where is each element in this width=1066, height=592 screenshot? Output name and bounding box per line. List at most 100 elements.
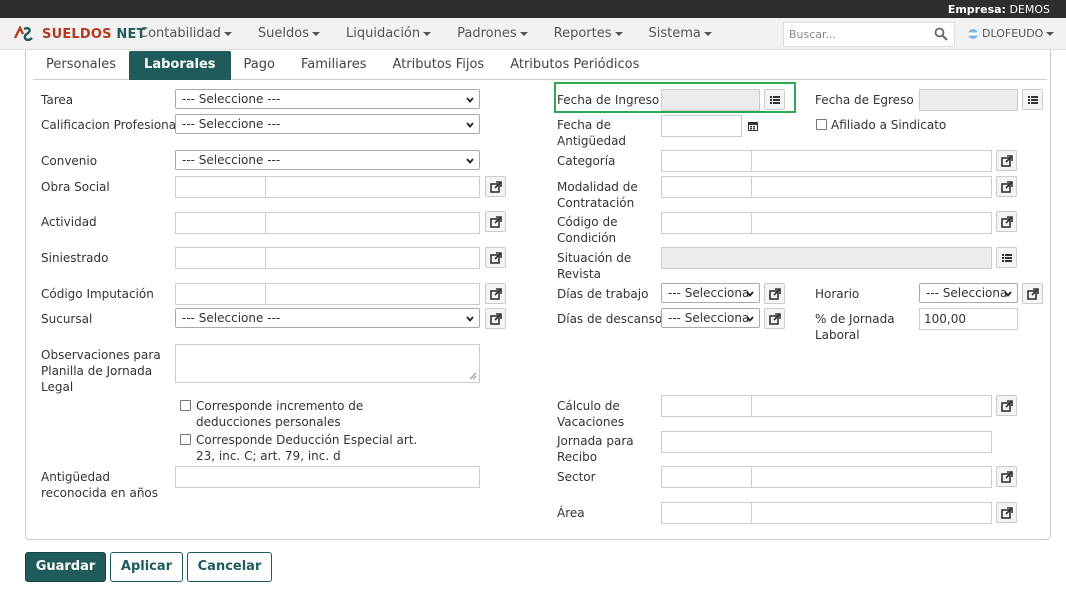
categoria-open-button[interactable] xyxy=(996,150,1017,171)
label-codigo-imputacion: Código Imputación xyxy=(41,287,154,301)
external-link-icon xyxy=(490,181,502,193)
chevron-down-icon xyxy=(223,31,232,36)
sucursal-open-button[interactable] xyxy=(485,308,506,329)
siniestrado-code-input[interactable] xyxy=(175,247,266,269)
chevron-down-icon xyxy=(312,31,320,36)
search-input[interactable] xyxy=(784,23,924,46)
sector-open-button[interactable] xyxy=(996,466,1017,487)
modalidad-code-input[interactable] xyxy=(661,176,752,198)
search-icon[interactable] xyxy=(934,27,948,41)
actividad-code-input[interactable] xyxy=(175,212,266,234)
menu-sistema[interactable]: Sistema xyxy=(636,18,725,50)
afiliado-sindicato-checkbox[interactable] xyxy=(816,119,827,130)
tab-familiares[interactable]: Familiares xyxy=(288,50,380,79)
calculo-vacaciones-code-input[interactable] xyxy=(661,395,752,417)
tab-atributos-periodicos[interactable]: Atributos Periódicos xyxy=(497,50,652,79)
label-convenio: Convenio xyxy=(41,154,98,168)
area-open-button[interactable] xyxy=(996,502,1017,523)
chevron-down-icon xyxy=(519,31,528,36)
dias-descanso-open-button[interactable] xyxy=(764,308,785,329)
codigo-imputacion-desc-input[interactable] xyxy=(265,283,480,305)
area-code-input[interactable] xyxy=(661,502,752,524)
situacion-revista-input[interactable] xyxy=(661,247,992,269)
label-sector: Sector xyxy=(557,470,596,484)
resize-grip-icon[interactable] xyxy=(469,372,477,380)
select-tarea[interactable]: --- Seleccione --- xyxy=(175,89,480,109)
user-menu[interactable]: DLOFEUDO xyxy=(968,18,1055,50)
actividad-open-button[interactable] xyxy=(485,211,506,232)
select-calificacion[interactable]: --- Seleccione --- xyxy=(175,114,480,134)
tab-personales[interactable]: Personales xyxy=(33,50,129,79)
list-icon xyxy=(1027,94,1039,106)
codigo-condicion-desc-input[interactable] xyxy=(751,212,992,234)
label-fecha-ingreso: Fecha de Ingreso xyxy=(557,93,660,107)
external-link-icon xyxy=(490,252,502,264)
antiguedad-reconocida-input[interactable] xyxy=(175,466,480,488)
label-sucursal: Sucursal xyxy=(41,312,93,326)
obra-social-open-button[interactable] xyxy=(485,176,506,197)
menu-liquidacion[interactable]: Liquidación xyxy=(333,18,444,50)
label-situacion-revista: Situación de Revista xyxy=(557,251,632,281)
modalidad-desc-input[interactable] xyxy=(751,176,992,198)
calculo-vacaciones-desc-input[interactable] xyxy=(751,395,992,417)
siniestrado-open-button[interactable] xyxy=(485,247,506,268)
menu-sueldos[interactable]: Sueldos xyxy=(245,18,333,50)
codigo-condicion-open-button[interactable] xyxy=(996,211,1017,232)
fecha-ingreso-input[interactable] xyxy=(661,89,760,111)
situacion-revista-list-button[interactable] xyxy=(996,247,1017,268)
fecha-antiguedad-input[interactable] xyxy=(661,115,742,137)
chevron-down-icon xyxy=(614,31,623,36)
tab-pago[interactable]: Pago xyxy=(231,50,288,79)
pct-jornada-input[interactable]: 100,00 xyxy=(919,308,1018,330)
horario-open-button[interactable] xyxy=(1022,283,1043,304)
cancelar-button[interactable]: Cancelar xyxy=(187,552,272,582)
menu-contabilidad[interactable]: Contabilidad xyxy=(126,18,245,50)
select-dias-trabajo[interactable]: --- Selecciona xyxy=(661,283,760,303)
chevron-down-icon xyxy=(466,157,474,165)
categoria-code-input[interactable] xyxy=(661,150,752,172)
aplicar-button[interactable]: Aplicar xyxy=(110,552,183,582)
categoria-desc-input[interactable] xyxy=(751,150,992,172)
chevron-down-icon xyxy=(746,290,754,298)
obra-social-code-input[interactable] xyxy=(175,176,266,198)
fecha-egreso-input[interactable] xyxy=(919,89,1018,111)
label-siniestrado: Siniestrado xyxy=(41,251,109,265)
modalidad-open-button[interactable] xyxy=(996,176,1017,197)
fecha-ingreso-list-button[interactable] xyxy=(764,89,785,110)
observaciones-textarea[interactable] xyxy=(175,344,480,383)
area-desc-input[interactable] xyxy=(751,502,992,524)
label-area: Área xyxy=(557,506,585,520)
top-bar: Empresa: DEMOS xyxy=(0,0,1066,18)
siniestrado-desc-input[interactable] xyxy=(265,247,480,269)
select-horario[interactable]: --- Selecciona xyxy=(919,283,1018,303)
label-horario: Horario xyxy=(815,287,860,301)
tab-laborales[interactable]: Laborales xyxy=(129,51,231,80)
codigo-imputacion-open-button[interactable] xyxy=(485,283,506,304)
dias-trabajo-open-button[interactable] xyxy=(764,283,785,304)
select-convenio[interactable]: --- Seleccione --- xyxy=(175,150,480,170)
tab-atributos-fijos[interactable]: Atributos Fijos xyxy=(380,50,498,79)
select-sucursal[interactable]: --- Seleccione --- xyxy=(175,308,480,328)
obra-social-desc-input[interactable] xyxy=(265,176,480,198)
empresa-indicator: Empresa: DEMOS xyxy=(948,3,1050,16)
jornada-recibo-input[interactable] xyxy=(661,431,992,453)
menu-padrones[interactable]: Padrones xyxy=(444,18,541,50)
codigo-condicion-code-input[interactable] xyxy=(661,212,752,234)
incremento-deducciones-checkbox[interactable] xyxy=(180,400,191,411)
fecha-antiguedad-calendar-button[interactable] xyxy=(742,115,763,136)
chevron-down-icon xyxy=(466,121,474,129)
label-calificacion: Calificacion Profesional xyxy=(41,118,180,132)
deduccion-especial-checkbox[interactable] xyxy=(180,434,191,445)
guardar-button[interactable]: Guardar xyxy=(25,552,106,582)
select-dias-descanso[interactable]: --- Selecciona xyxy=(661,308,760,328)
actividad-desc-input[interactable] xyxy=(265,212,480,234)
calculo-vacaciones-open-button[interactable] xyxy=(996,395,1017,416)
sector-desc-input[interactable] xyxy=(751,466,992,488)
fecha-egreso-list-button[interactable] xyxy=(1022,89,1043,110)
external-link-icon xyxy=(1001,471,1013,483)
sector-code-input[interactable] xyxy=(661,466,752,488)
chevron-down-icon xyxy=(423,31,432,36)
external-link-icon xyxy=(1001,400,1013,412)
menu-reportes[interactable]: Reportes xyxy=(541,18,636,50)
codigo-imputacion-code-input[interactable] xyxy=(175,283,266,305)
